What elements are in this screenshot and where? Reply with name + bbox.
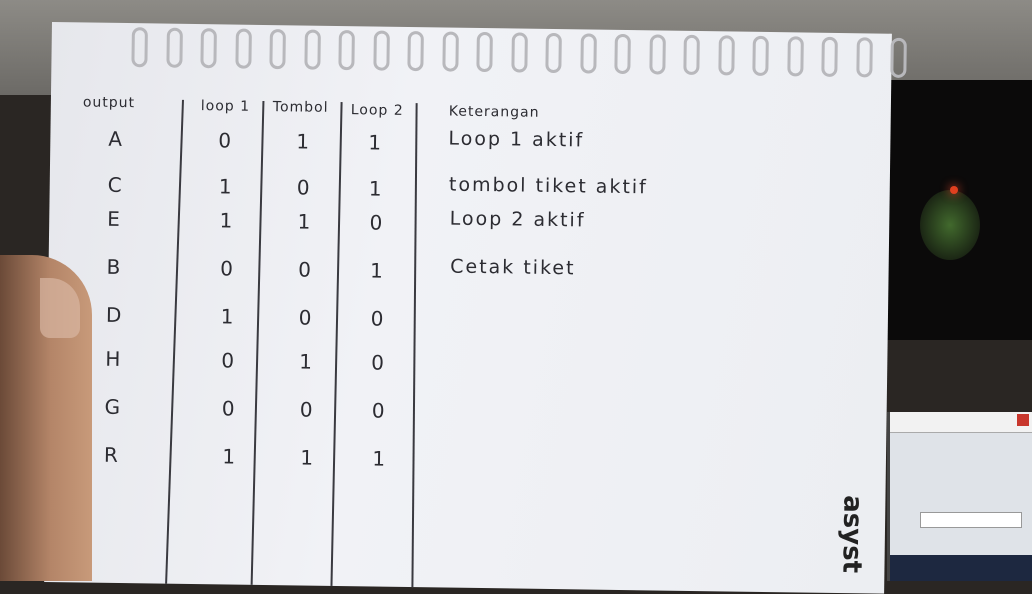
divider-loop2-keterangan xyxy=(411,103,418,588)
spiral-ring xyxy=(510,32,528,73)
cell-output: B xyxy=(106,254,122,279)
spiral-ring xyxy=(717,35,735,76)
header-output: output xyxy=(82,94,136,112)
cell-output: E xyxy=(107,206,122,231)
spiral-ring xyxy=(579,33,597,74)
cell-note: Cetak tiket xyxy=(450,255,576,280)
monitor-title-bar xyxy=(890,412,1032,433)
background-green-light xyxy=(920,190,980,260)
cell-tombol: 1 xyxy=(299,349,314,374)
cell-note: Loop 2 aktif xyxy=(449,207,586,232)
cell-loop2: 1 xyxy=(372,446,387,471)
cell-output: H xyxy=(105,346,122,371)
spiral-ring xyxy=(855,37,873,78)
spiral-ring xyxy=(545,32,562,74)
cell-tombol: 0 xyxy=(297,257,313,282)
photo-scene: output loop 1 Tombol Loop 2 Keterangan A… xyxy=(0,0,1032,594)
cell-loop1: 0 xyxy=(221,396,236,421)
cell-tombol: 0 xyxy=(299,397,314,422)
divider-tombol-loop2 xyxy=(330,102,343,586)
cell-loop1: 1 xyxy=(218,174,233,199)
cell-loop2: 0 xyxy=(371,398,386,423)
cell-loop2: 0 xyxy=(369,210,384,235)
spiral-ring xyxy=(683,34,700,76)
spiral-ring xyxy=(441,31,459,72)
cell-note: Loop 1 aktif xyxy=(448,127,585,152)
spiral-ring xyxy=(752,35,769,77)
spiral-ring xyxy=(372,30,390,71)
cell-loop2: 1 xyxy=(368,176,383,201)
cell-loop2: 0 xyxy=(371,350,386,375)
cell-loop1: 1 xyxy=(219,208,234,233)
spiral-ring xyxy=(821,36,838,77)
cell-tombol: 0 xyxy=(298,305,313,330)
cell-loop1: 0 xyxy=(221,348,236,373)
brand-logo-text: asyst xyxy=(836,495,868,574)
spiral-ring xyxy=(131,27,148,68)
spiral-ring xyxy=(476,31,493,73)
cell-loop2: 1 xyxy=(369,258,385,283)
spiral-ring xyxy=(786,36,804,77)
cell-loop2: 0 xyxy=(370,306,385,331)
cell-loop1: 0 xyxy=(220,256,235,281)
cell-loop2: 1 xyxy=(368,130,383,155)
monitor-taskbar xyxy=(890,555,1032,581)
background-monitor xyxy=(887,412,1032,581)
cell-tombol: 1 xyxy=(300,445,315,470)
notebook-page: output loop 1 Tombol Loop 2 Keterangan A… xyxy=(44,22,907,594)
background-red-light xyxy=(950,186,958,194)
spiral-ring xyxy=(614,33,631,75)
spiral-ring xyxy=(234,28,252,69)
spiral-ring xyxy=(407,30,424,72)
monitor-field xyxy=(920,512,1022,528)
spiral-ring xyxy=(165,27,183,68)
cell-loop1: 1 xyxy=(220,304,235,329)
divider-loop1-tombol xyxy=(250,100,264,585)
spiral-ring xyxy=(303,29,321,70)
spiral-ring xyxy=(200,28,217,69)
header-loop1: loop 1 xyxy=(200,98,251,115)
divider-output-loop1 xyxy=(165,99,184,584)
cell-output: A xyxy=(108,126,124,152)
cell-output: R xyxy=(103,442,120,467)
cell-note: tombol tiket aktif xyxy=(448,173,648,199)
cell-output: G xyxy=(104,394,122,420)
header-tombol: Tombol xyxy=(272,99,329,116)
spiral-ring xyxy=(648,34,666,75)
spiral-ring xyxy=(890,37,907,78)
spiral-ring xyxy=(338,30,355,71)
cell-tombol: 0 xyxy=(296,175,311,200)
spiral-binding xyxy=(131,27,922,84)
cell-tombol: 1 xyxy=(296,129,311,154)
cell-loop1: 1 xyxy=(222,444,237,469)
cell-tombol: 1 xyxy=(297,209,312,234)
cell-output: D xyxy=(105,302,123,328)
monitor-close-icon xyxy=(1017,414,1029,426)
header-keterangan: Keterangan xyxy=(448,103,540,121)
cell-output: C xyxy=(107,172,123,198)
cell-loop1: 0 xyxy=(218,128,233,153)
header-loop2: Loop 2 xyxy=(350,102,404,119)
spiral-ring xyxy=(269,29,286,70)
